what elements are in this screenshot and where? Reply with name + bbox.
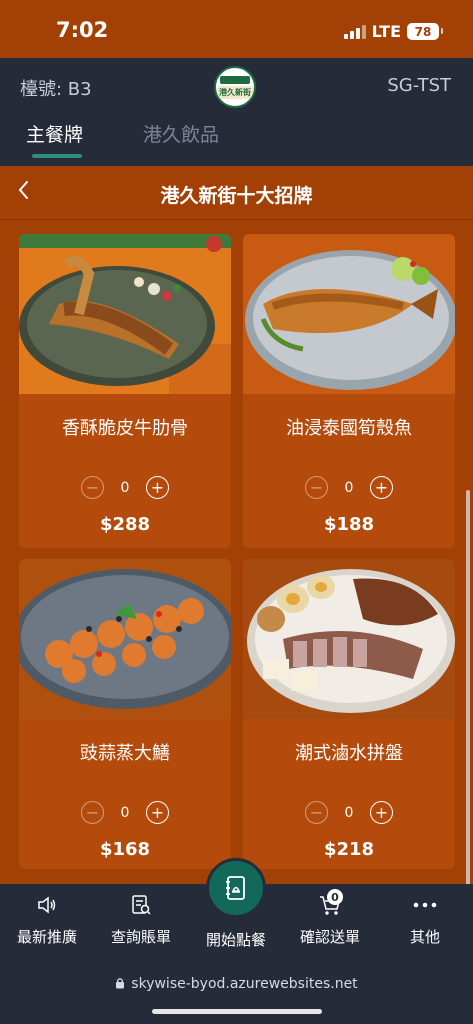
active-tab-indicator	[32, 154, 82, 158]
dish-price: $168	[99, 839, 151, 860]
logo-banner	[220, 75, 250, 84]
status-time: 7:02	[56, 18, 109, 42]
nav-start-order-label: 開始點餐	[205, 931, 266, 949]
lock-icon	[116, 978, 125, 989]
quantity-value: 0	[120, 479, 130, 496]
home-indicator[interactable]	[152, 1009, 322, 1014]
tab-drinks[interactable]: 港久飲品	[143, 120, 219, 147]
quantity-value: 0	[344, 479, 354, 496]
nav-more[interactable]: 其他	[378, 884, 472, 962]
decrease-button[interactable]: −	[305, 476, 328, 499]
status-indicators: LTE 78	[343, 22, 443, 41]
menu-item-card[interactable]: 潮式滷水拼盤 − 0 + $218	[243, 559, 455, 869]
speaker-icon	[0, 884, 94, 926]
dish-name: 豉蒜蒸大鱔	[80, 743, 170, 764]
quantity-stepper: − 0 +	[243, 476, 455, 499]
nav-more-label: 其他	[409, 928, 440, 946]
quantity-stepper: − 0 +	[243, 801, 455, 824]
nav-confirm-order-label: 確認送單	[299, 928, 360, 946]
increase-button[interactable]: +	[370, 476, 393, 499]
quantity-value: 0	[120, 804, 130, 821]
menu-tabs: 主餐牌 港久飲品	[0, 120, 473, 166]
signal-icon	[343, 24, 366, 39]
battery-level: 78	[414, 24, 432, 39]
bill-search-icon	[94, 884, 188, 926]
battery-icon: 78	[407, 23, 443, 40]
increase-button[interactable]: +	[370, 801, 393, 824]
nav-promotions[interactable]: 最新推廣	[0, 884, 94, 962]
status-bar: 7:02 LTE 78	[0, 0, 473, 58]
nav-promotions-label: 最新推廣	[16, 928, 77, 946]
decrease-button[interactable]: −	[81, 476, 104, 499]
tab-main-menu[interactable]: 主餐牌	[26, 120, 83, 147]
browser-url-bar: skywise-byod.azurewebsites.net	[0, 962, 473, 1024]
dish-name: 香酥脆皮牛肋骨	[62, 418, 188, 439]
dish-photo	[243, 559, 455, 719]
dish-photo	[19, 234, 231, 394]
quantity-value: 0	[344, 804, 354, 821]
network-label: LTE	[371, 22, 401, 41]
nav-bill[interactable]: 查詢賬單	[94, 884, 188, 962]
menu-item-card[interactable]: 油浸泰國筍殼魚 − 0 + $188	[243, 234, 455, 548]
decrease-button[interactable]: −	[305, 801, 328, 824]
app-header: 檯號: B3 港久新街 SG-TST 主餐牌 港久飲品	[0, 58, 473, 166]
order-book-icon	[226, 876, 245, 900]
dish-photo	[243, 234, 455, 394]
brand-logo: 港久新街	[214, 66, 256, 108]
dish-price: $218	[323, 839, 375, 860]
category-title: 港久新街十大招牌	[160, 185, 313, 207]
dish-price: $188	[323, 514, 375, 535]
url-display[interactable]: skywise-byod.azurewebsites.net	[0, 976, 473, 992]
start-order-button[interactable]	[206, 858, 266, 918]
scrollbar[interactable]	[466, 490, 470, 940]
dish-name: 潮式滷水拼盤	[295, 743, 403, 764]
category-header: 港久新街十大招牌	[0, 166, 473, 220]
decrease-button[interactable]: −	[81, 801, 104, 824]
menu-item-card[interactable]: 香酥脆皮牛肋骨 − 0 + $288	[19, 234, 231, 548]
store-code: SG-TST	[387, 75, 451, 96]
nav-bill-label: 查詢賬單	[110, 928, 171, 946]
cart-count-badge: 0	[327, 889, 343, 905]
url-text: skywise-byod.azurewebsites.net	[131, 976, 358, 992]
dish-name: 油浸泰國筍殼魚	[286, 418, 412, 439]
increase-button[interactable]: +	[146, 801, 169, 824]
dish-photo	[19, 559, 231, 719]
more-icon	[378, 884, 472, 926]
logo-text: 港久新街	[217, 85, 253, 99]
increase-button[interactable]: +	[146, 476, 169, 499]
quantity-stepper: − 0 +	[19, 476, 231, 499]
table-number: 檯號: B3	[20, 79, 92, 100]
menu-item-card[interactable]: 豉蒜蒸大鱔 − 0 + $168	[19, 559, 231, 869]
quantity-stepper: − 0 +	[19, 801, 231, 824]
dish-price: $288	[99, 514, 151, 535]
